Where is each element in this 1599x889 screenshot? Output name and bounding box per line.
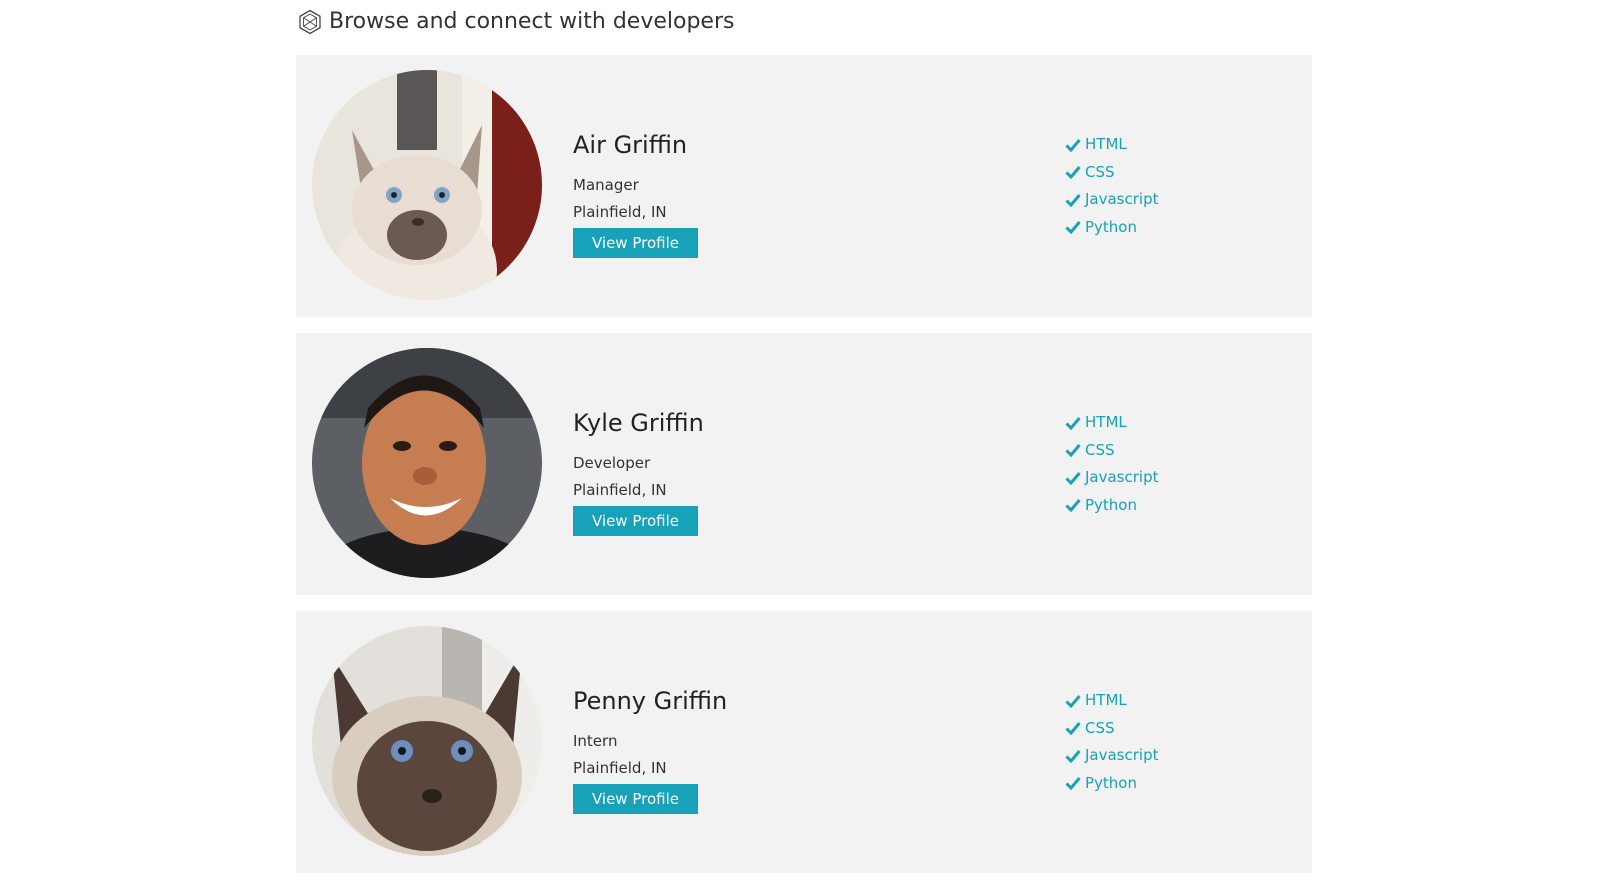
developer-card: Penny Griffin Intern Plainfield, IN View…	[296, 611, 1312, 873]
skill-label: HTML	[1085, 413, 1127, 431]
skill-item: CSS	[1065, 715, 1158, 743]
profile-info: Kyle Griffin Developer Plainfield, IN Vi…	[573, 403, 704, 536]
check-icon	[1065, 443, 1081, 458]
skill-label: Python	[1085, 217, 1137, 236]
avatar	[312, 626, 542, 856]
avatar	[312, 348, 542, 578]
check-icon	[1065, 138, 1081, 152]
page-header: Browse and connect with developers	[296, 0, 1312, 44]
check-icon	[1065, 416, 1081, 430]
check-icon	[1065, 694, 1081, 708]
skill-label: CSS	[1085, 440, 1115, 459]
skills-list: HTML CSS Javascript Python	[1065, 131, 1158, 241]
profile-name: Penny Griffin	[573, 687, 728, 715]
skill-item: Python	[1065, 770, 1158, 798]
skill-label: HTML	[1085, 135, 1127, 153]
view-profile-button[interactable]: View Profile	[573, 228, 698, 258]
check-icon	[1065, 220, 1081, 235]
check-icon	[1065, 193, 1081, 207]
profile-location: Plainfield, IN	[573, 203, 667, 221]
skill-item: Javascript	[1065, 186, 1158, 214]
skill-item: CSS	[1065, 437, 1158, 465]
skill-item: CSS	[1065, 159, 1158, 187]
page-container: Browse and connect with developers Air G…	[296, 0, 1312, 873]
skill-item: HTML	[1065, 409, 1158, 437]
skill-label: Javascript	[1085, 190, 1159, 208]
skills-list: HTML CSS Javascript Python	[1065, 409, 1158, 519]
skill-item: HTML	[1065, 687, 1158, 715]
hexagon-logo-icon	[297, 9, 323, 35]
check-icon	[1065, 165, 1081, 180]
developer-list: Air Griffin Manager Plainfield, IN View …	[296, 55, 1312, 889]
check-icon	[1065, 471, 1081, 485]
skill-item: Javascript	[1065, 742, 1158, 770]
skill-item: Python	[1065, 492, 1158, 520]
avatar	[312, 70, 542, 300]
skill-label: CSS	[1085, 718, 1115, 737]
developer-card: Kyle Griffin Developer Plainfield, IN Vi…	[296, 333, 1312, 595]
profile-name: Air Griffin	[573, 131, 688, 159]
view-profile-button[interactable]: View Profile	[573, 506, 698, 536]
skill-item: Python	[1065, 214, 1158, 242]
view-profile-button[interactable]: View Profile	[573, 784, 698, 814]
skills-list: HTML CSS Javascript Python	[1065, 687, 1158, 797]
skill-label: Javascript	[1085, 746, 1159, 764]
skill-label: Javascript	[1085, 468, 1159, 486]
check-icon	[1065, 721, 1081, 736]
profile-name: Kyle Griffin	[573, 409, 704, 437]
profile-role: Intern	[573, 732, 618, 750]
check-icon	[1065, 776, 1081, 791]
profile-role: Manager	[573, 176, 639, 194]
profile-info: Air Griffin Manager Plainfield, IN View …	[573, 125, 698, 258]
skill-item: HTML	[1065, 131, 1158, 159]
developer-card: Air Griffin Manager Plainfield, IN View …	[296, 55, 1312, 317]
skill-label: CSS	[1085, 162, 1115, 181]
profile-location: Plainfield, IN	[573, 481, 667, 499]
skill-label: HTML	[1085, 691, 1127, 709]
check-icon	[1065, 498, 1081, 513]
skill-label: Python	[1085, 495, 1137, 514]
page-title: Browse and connect with developers	[329, 9, 735, 34]
profile-info: Penny Griffin Intern Plainfield, IN View…	[573, 681, 727, 814]
skill-label: Python	[1085, 773, 1137, 792]
check-icon	[1065, 749, 1081, 763]
profile-role: Developer	[573, 454, 651, 472]
profile-location: Plainfield, IN	[573, 759, 667, 777]
skill-item: Javascript	[1065, 464, 1158, 492]
